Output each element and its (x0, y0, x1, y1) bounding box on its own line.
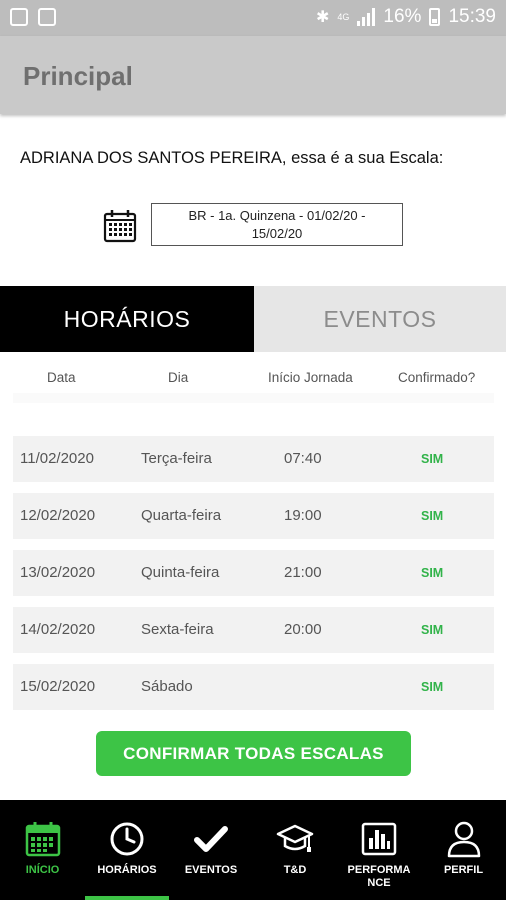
column-header-dia: Dia (168, 370, 189, 385)
schedule-list[interactable]: 11/02/2020 Terça-feira 07:40 SIM 12/02/2… (13, 393, 494, 715)
row-confirmed: SIM (421, 680, 444, 694)
confirm-all-button[interactable]: CONFIRMAR TODAS ESCALAS (96, 731, 411, 776)
row-date: 13/02/2020 (20, 564, 96, 581)
tab-horarios[interactable]: HORÁRIOS (0, 286, 254, 352)
nav-label: INÍCIO (25, 864, 60, 876)
row-date: 11/02/2020 (20, 450, 94, 467)
row-confirmed: SIM (421, 623, 444, 637)
nav-performance[interactable]: PERFORMANCE (337, 800, 421, 900)
column-header-inicio: Início Jornada (268, 370, 353, 385)
check-icon (194, 826, 228, 852)
row-day: Sábado (141, 678, 193, 695)
row-start: 19:00 (284, 507, 322, 524)
bluetooth-icon: ✱ (316, 9, 330, 26)
table-row[interactable]: 14/02/2020 Sexta-feira 20:00 SIM (13, 607, 494, 653)
table-row[interactable]: 11/02/2020 Terça-feira 07:40 SIM (13, 436, 494, 482)
row-date: 12/02/2020 (20, 507, 96, 524)
battery-percent: 16% (383, 6, 422, 27)
bottom-nav: INÍCIO HORÁRIOS EVENTOS T&D PERFORMANCE … (0, 800, 506, 900)
row-confirmed: SIM (421, 509, 444, 523)
app-bar: Principal (0, 36, 506, 114)
nav-label: EVENTOS (184, 864, 238, 876)
user-icon (447, 821, 480, 858)
notification-icons (10, 8, 56, 26)
table-row-partial (13, 393, 494, 403)
bar-chart-icon (361, 822, 397, 856)
graduation-cap-icon (276, 824, 314, 852)
clock-icon (110, 822, 144, 856)
tab-eventos[interactable]: EVENTOS (254, 286, 506, 352)
nav-eventos[interactable]: EVENTOS (169, 800, 253, 900)
clock-time: 15:39 (448, 6, 496, 27)
table-header: Data Dia Início Jornada Confirmado? (0, 364, 506, 392)
status-bar: ✱ 4G 16% 15:39 (0, 0, 506, 36)
nav-label: PERFORMANCE (347, 864, 411, 889)
battery-icon (429, 8, 441, 26)
row-start: 07:40 (284, 450, 322, 467)
row-day: Quarta-feira (141, 507, 222, 524)
signal-icon (357, 8, 376, 26)
greeting-text: ADRIANA DOS SANTOS PEREIRA, essa é a sua… (20, 149, 444, 167)
calendar-icon[interactable] (103, 209, 137, 243)
row-day: Terça-feira (141, 450, 212, 467)
table-row[interactable]: 15/02/2020 Sábado SIM (13, 664, 494, 710)
row-start: 21:00 (284, 564, 322, 581)
nav-label: T&D (283, 864, 307, 876)
table-row[interactable]: 12/02/2020 Quarta-feira 19:00 SIM (13, 493, 494, 539)
row-day: Quinta-feira (141, 564, 220, 581)
table-row[interactable]: 13/02/2020 Quinta-feira 21:00 SIM (13, 550, 494, 596)
network-type: 4G (337, 11, 350, 22)
period-selector[interactable]: BR - 1a. Quinzena - 01/02/20 - 15/02/20 (151, 203, 403, 246)
tab-bar: HORÁRIOS EVENTOS (0, 286, 506, 352)
row-date: 15/02/2020 (20, 678, 96, 695)
nav-horarios[interactable]: HORÁRIOS (85, 800, 169, 900)
notification-icon (10, 8, 28, 26)
nav-label: HORÁRIOS (97, 864, 157, 876)
image-notification-icon (38, 8, 56, 26)
nav-td[interactable]: T&D (253, 800, 337, 900)
row-confirmed: SIM (421, 452, 444, 466)
nav-perfil[interactable]: PERFIL (421, 800, 506, 900)
row-confirmed: SIM (421, 566, 444, 580)
row-date: 14/02/2020 (20, 621, 96, 638)
row-start: 20:00 (284, 621, 322, 638)
page-title: Principal (23, 61, 133, 91)
column-header-confirmado: Confirmado? (398, 370, 476, 385)
nav-inicio[interactable]: INÍCIO (0, 800, 85, 900)
calendar-icon (25, 822, 60, 857)
column-header-data: Data (47, 370, 76, 385)
row-day: Sexta-feira (141, 621, 214, 638)
nav-label: PERFIL (443, 864, 484, 876)
